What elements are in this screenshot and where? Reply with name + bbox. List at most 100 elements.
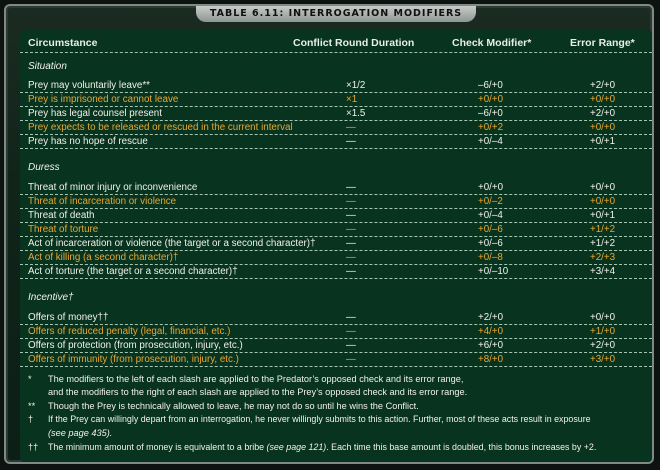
footnote-symbol: † (28, 414, 34, 425)
cell-check: +0/+2 (478, 122, 504, 133)
cell-circumstance: Offers of immunity (from prosecution, in… (28, 354, 239, 365)
cell-duration: — (346, 196, 356, 207)
footnote-text: The modifiers to the left of each slash … (48, 374, 464, 384)
cell-check: +6/+0 (478, 340, 504, 351)
cell-error: +0/+0 (590, 312, 616, 323)
cell-circumstance: Prey has legal counsel present (28, 108, 162, 119)
table-row: Offers of reduced penalty (legal, financ… (20, 325, 652, 339)
footnote-text: Though the Prey is technically allowed t… (48, 400, 419, 411)
cell-error: +3/+0 (590, 354, 616, 365)
cell-check: +0/+0 (478, 182, 504, 193)
cell-error: +2/+0 (590, 80, 616, 91)
table-frame: TABLE 6.11: INTERROGATION MODIFIERS Circ… (4, 4, 654, 464)
cell-duration: — (346, 122, 356, 133)
cell-circumstance: Prey expects to be released or rescued i… (28, 122, 293, 133)
cell-duration: — (346, 210, 356, 221)
cell-check: –6/+0 (478, 80, 503, 91)
section-title: Situation (28, 61, 67, 72)
section-title: Duress (28, 162, 60, 173)
cell-duration: ×1/2 (346, 80, 366, 91)
footnote-symbol: †† (28, 442, 39, 452)
cell-duration: — (346, 266, 356, 277)
cell-circumstance: Prey is imprisoned or cannot leave (28, 94, 179, 105)
cell-duration: — (346, 354, 356, 365)
table-row: Offers of protection (from prosecution, … (20, 339, 652, 353)
footnote-page-ref: (see page 121) (266, 442, 327, 452)
cell-circumstance: Threat of incarceration or violence (28, 196, 177, 207)
cell-error: +2/+3 (590, 252, 616, 263)
cell-check: +4/+0 (478, 326, 504, 337)
cell-check: +8/+0 (478, 354, 504, 365)
footnote-text: If the Prey can willingly depart from an… (48, 414, 591, 425)
header-check: Check Modifier* (452, 37, 532, 49)
cell-error: +1/+0 (590, 326, 616, 337)
cell-error: +0/+0 (590, 196, 616, 207)
cell-check: +0/–2 (478, 196, 503, 207)
footnote-text: and the modifiers to the right of each s… (48, 387, 468, 398)
cell-duration: — (346, 182, 356, 193)
table-header: Circumstance Conflict Round Duration Che… (20, 32, 652, 53)
cell-error: +0/+0 (590, 182, 616, 193)
cell-check: +0/–4 (478, 136, 503, 147)
cell-circumstance: Offers of protection (from prosecution, … (28, 340, 243, 351)
cell-error: +1/+2 (590, 224, 616, 235)
cell-circumstance: Threat of minor injury or inconvenience (28, 182, 198, 193)
cell-circumstance: Prey has no hope of rescue (28, 136, 148, 147)
cell-duration: ×1 (346, 94, 358, 105)
header-circumstance: Circumstance (28, 37, 98, 49)
table-row: Threat of incarceration or violence — +0… (20, 195, 652, 209)
cell-error: +0/+0 (590, 122, 616, 133)
header-error: Error Range* (570, 37, 635, 49)
header-duration: Conflict Round Duration (293, 37, 415, 49)
cell-circumstance: Offers of reduced penalty (legal, financ… (28, 326, 231, 337)
footnote-symbol: * (28, 374, 32, 384)
table-row: Prey expects to be released or rescued i… (20, 121, 652, 135)
cell-check: –6/+0 (478, 108, 503, 119)
cell-error: +0/+0 (590, 94, 616, 105)
table-row: Prey may voluntarily leave** ×1/2 –6/+0 … (20, 79, 652, 93)
section-title: Incentive† (28, 292, 74, 303)
cell-check: +0/–10 (478, 266, 509, 277)
footnote-symbol: ** (28, 400, 36, 411)
table-row: Threat of minor injury or inconvenience … (20, 181, 652, 195)
cell-check: +0/–8 (478, 252, 503, 263)
cell-check: +0/–6 (478, 238, 503, 249)
cell-check: +0/–4 (478, 210, 503, 221)
table-body: Circumstance Conflict Round Duration Che… (20, 30, 652, 462)
cell-circumstance: Act of incarceration or violence (the ta… (28, 238, 316, 249)
cell-duration: ×1.5 (346, 108, 366, 119)
cell-check: +0/+0 (478, 94, 504, 105)
cell-circumstance: Threat of torture (28, 224, 99, 235)
footnote-text: The minimum amount of money is equivalen… (48, 441, 596, 454)
cell-duration: — (346, 224, 356, 235)
cell-circumstance: Act of torture (the target or a second c… (28, 266, 238, 277)
table-row: Threat of death — +0/–4 +0/+1 (20, 209, 652, 223)
table-row: Act of incarceration or violence (the ta… (20, 237, 652, 251)
cell-duration: — (346, 252, 356, 263)
table-row: Offers of money†† — +2/+0 +0/+0 (20, 311, 652, 325)
table-row: Act of torture (the target or a second c… (20, 265, 652, 279)
cell-check: +0/–6 (478, 224, 503, 235)
cell-duration: — (346, 326, 356, 337)
table-row: Act of killing (a second character)† — +… (20, 251, 652, 265)
cell-circumstance: Offers of money†† (28, 312, 109, 323)
cell-check: +2/+0 (478, 312, 504, 323)
table-row: Prey has legal counsel present ×1.5 –6/+… (20, 107, 652, 121)
cell-duration: — (346, 312, 356, 323)
table-row: Threat of torture — +0/–6 +1/+2 (20, 223, 652, 237)
cell-error: +2/+0 (590, 108, 616, 119)
cell-error: +3/+4 (590, 266, 616, 277)
cell-circumstance: Act of killing (a second character)† (28, 252, 179, 263)
cell-error: +0/+1 (590, 210, 616, 221)
cell-duration: — (346, 136, 356, 147)
table-row: Prey has no hope of rescue — +0/–4 +0/+1 (20, 135, 652, 149)
cell-duration: — (346, 238, 356, 249)
table-row: Prey is imprisoned or cannot leave ×1 +0… (20, 93, 652, 107)
cell-duration: — (346, 340, 356, 351)
cell-circumstance: Threat of death (28, 210, 95, 221)
footnote-text-b: . Each time this base amount is doubled,… (326, 442, 597, 452)
footnote-text-a: The minimum amount of money is equivalen… (48, 442, 267, 452)
table-title: TABLE 6.11: INTERROGATION MODIFIERS (196, 6, 476, 22)
cell-circumstance: Prey may voluntarily leave** (28, 80, 150, 91)
table-row: Offers of immunity (from prosecution, in… (20, 353, 652, 367)
